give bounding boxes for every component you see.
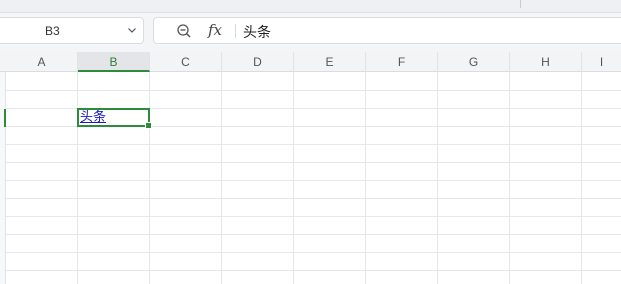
row-gridline — [6, 180, 621, 181]
active-row-indicator — [4, 109, 6, 127]
row-gridline — [6, 270, 621, 271]
name-box[interactable]: B3 — [0, 17, 144, 44]
formula-separator — [235, 24, 236, 38]
chevron-down-icon[interactable] — [126, 24, 138, 36]
fill-handle[interactable] — [145, 122, 152, 129]
column-header-c[interactable]: C — [150, 52, 222, 72]
column-header-row: A B C D E F G H I — [0, 52, 621, 72]
column-header-e[interactable]: E — [294, 52, 366, 72]
formula-bar[interactable]: fx 头条 — [153, 17, 621, 44]
column-header-f[interactable]: F — [366, 52, 438, 72]
active-cell-selection[interactable] — [77, 108, 152, 129]
title-bar-divider — [520, 0, 521, 8]
sheet-grid[interactable]: 头条 — [0, 72, 621, 284]
row-gridline — [6, 234, 621, 235]
row-gridline — [6, 90, 621, 91]
column-header-h[interactable]: H — [510, 52, 582, 72]
formula-input[interactable]: 头条 — [243, 22, 271, 42]
formula-row: B3 fx 头条 — [0, 13, 621, 49]
row-gridline — [6, 198, 621, 199]
row-gridline — [6, 216, 621, 217]
column-header-d[interactable]: D — [222, 52, 294, 72]
row-gridline — [6, 144, 621, 145]
column-header-a[interactable]: A — [6, 52, 78, 72]
title-bar — [0, 0, 621, 13]
row-gridline — [6, 162, 621, 163]
column-header-b[interactable]: B — [78, 52, 150, 72]
zoom-out-icon[interactable] — [176, 23, 192, 39]
column-header-i[interactable]: I — [582, 52, 621, 72]
fx-icon[interactable]: fx — [208, 21, 222, 39]
column-header-g[interactable]: G — [438, 52, 510, 72]
row-gridline — [6, 252, 621, 253]
name-box-value[interactable]: B3 — [45, 24, 60, 38]
